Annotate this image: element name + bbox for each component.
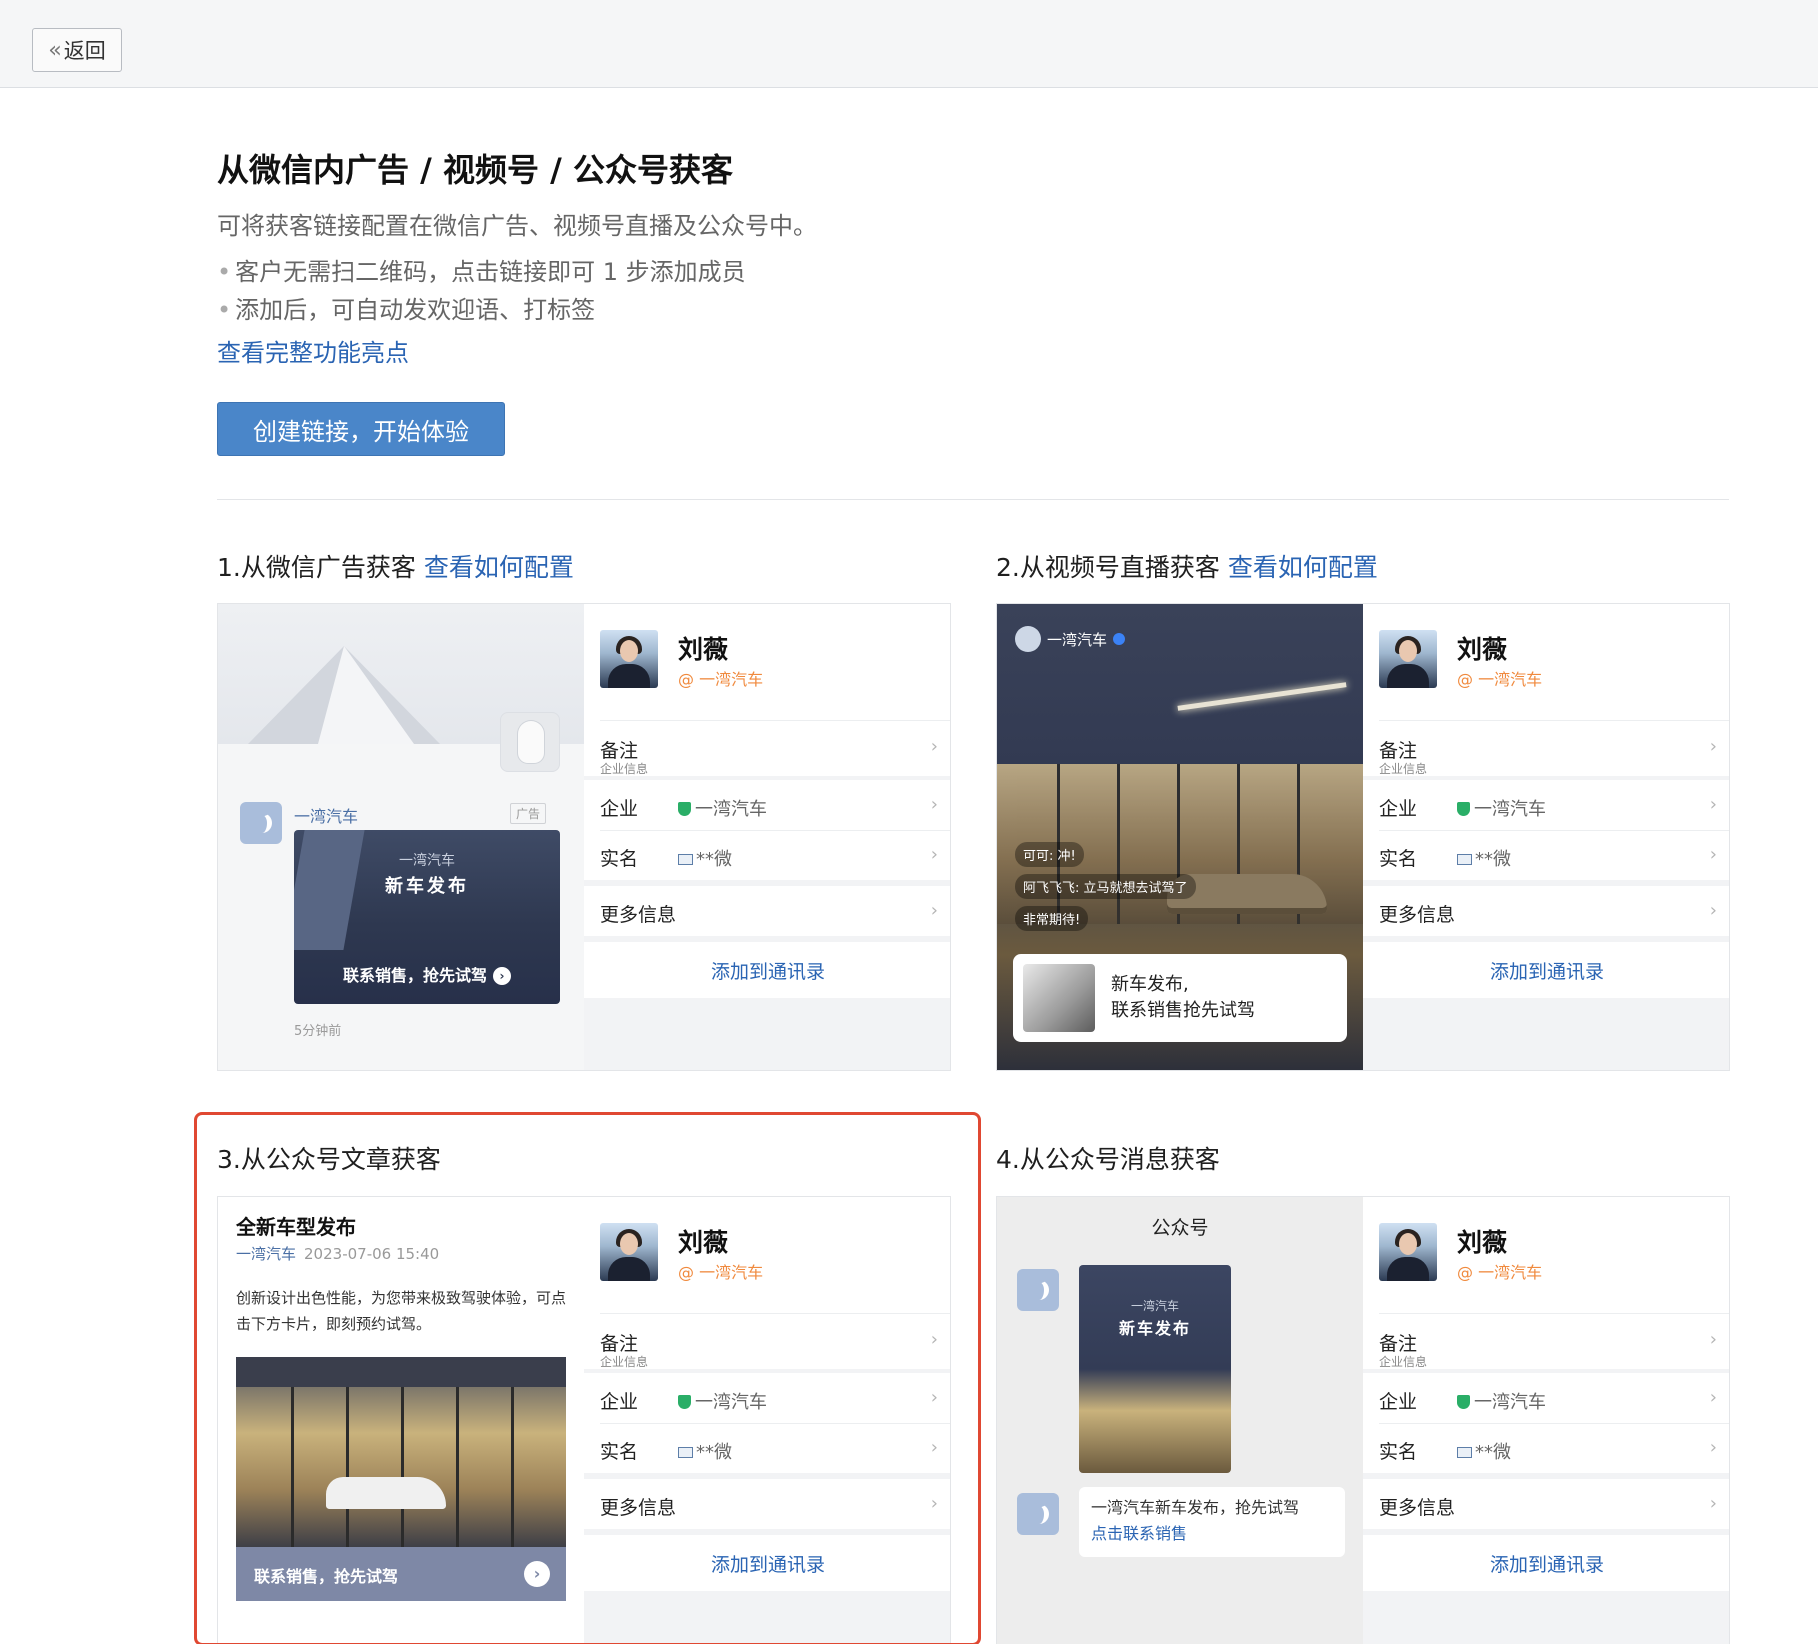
verified-shield-icon	[1457, 1395, 1470, 1409]
divider	[217, 499, 1729, 500]
double-chevron-left-icon: ‹‹	[48, 37, 61, 63]
verified-shield-icon	[1457, 802, 1470, 816]
arrow-right-icon: ›	[493, 967, 511, 985]
channel-logo-icon	[1015, 626, 1041, 652]
id-card-icon	[678, 854, 693, 865]
top-bar: ‹‹ 返回	[0, 0, 1818, 88]
ad-time: 5分钟前	[294, 1024, 342, 1039]
section-title-message: 4.从公众号消息获客	[996, 1145, 1220, 1174]
ad-tag: 广告	[510, 803, 547, 824]
bullet-item: • 添加后，可自动发欢迎语、打标签	[217, 296, 596, 324]
live-preview: 一湾汽车 可可: 冲! 阿飞飞飞: 立马就想去试驾了 非常期待! 新车发布, 联系…	[997, 604, 1363, 1070]
ad-preview: 一湾汽车 广告 一湾汽车 新车发布 联系销售，抢先试驾 › 5分钟前	[218, 604, 584, 1070]
brand-logo-icon	[1017, 1269, 1059, 1311]
verified-icon	[1113, 633, 1126, 645]
message-image: 一湾汽车 新车发布	[1079, 1265, 1231, 1473]
features-link[interactable]: 查看完整功能亮点	[217, 333, 409, 368]
id-card-icon	[1457, 1447, 1472, 1458]
back-button[interactable]: ‹‹ 返回	[32, 28, 122, 72]
live-comment: 非常期待!	[1015, 906, 1089, 931]
id-card-icon	[1457, 854, 1472, 865]
ad-brand: 一湾汽车	[294, 807, 359, 826]
live-product-card: 新车发布, 联系销售抢先试驾	[1013, 954, 1347, 1042]
brand-logo-icon	[240, 802, 282, 844]
message-preview: 公众号 一湾汽车 新车发布 一湾汽车新车发布，抢先试驾 点击联系销售	[997, 1197, 1363, 1644]
live-demo-card: 一湾汽车 可可: 冲! 阿飞飞飞: 立马就想去试驾了 非常期待! 新车发布, 联系…	[996, 603, 1730, 1071]
page-subtitle: 可将获客链接配置在微信广告、视频号直播及公众号中。	[217, 212, 817, 240]
back-label: 返回	[63, 39, 106, 63]
more-info-row: 更多信息 ›	[1363, 1479, 1729, 1529]
live-comment: 可可: 冲!	[1015, 842, 1084, 867]
mascot-image	[500, 712, 560, 772]
more-info-row: 更多信息 ›	[1363, 886, 1729, 936]
profile-panel: 刘薇 @ 一湾汽车 备注 › 企业信息 企业 一湾汽车 › 实名 **微 › 更多信息 › 添…	[584, 604, 950, 1070]
contact-sales-link[interactable]: 点击联系销售	[1091, 1521, 1333, 1547]
add-contact-button[interactable]: 添加到通讯录	[584, 942, 950, 998]
config-link[interactable]: 查看如何配置	[424, 553, 574, 582]
live-comment: 阿飞飞飞: 立马就想去试驾了	[1015, 874, 1196, 899]
avatar	[600, 630, 658, 688]
more-info-row: 更多信息 ›	[584, 886, 950, 936]
avatar	[1379, 630, 1437, 688]
page-title: 从微信内广告 / 视频号 / 公众号获客	[217, 151, 733, 189]
enterprise-info: 企业 一湾汽车 › 实名 **微 ›	[1363, 780, 1729, 880]
config-link[interactable]: 查看如何配置	[1228, 553, 1378, 582]
create-link-button[interactable]: 创建链接，开始体验	[217, 402, 505, 456]
brand-logo-icon	[1017, 1493, 1059, 1535]
bullet-item: • 客户无需扫二维码，点击链接即可 1 步添加成员	[217, 258, 746, 286]
verified-shield-icon	[678, 802, 691, 816]
add-contact-button[interactable]: 添加到通讯录	[1363, 942, 1729, 998]
message-bubble: 一湾汽车新车发布，抢先试驾 点击联系销售	[1079, 1487, 1345, 1557]
section-title-live: 2.从视频号直播获客 查看如何配置	[996, 553, 1378, 582]
profile-panel: 刘薇 @ 一湾汽车 备注 › 企业信息 企业 一湾汽车 › 实名 **微 › 更多信息 › 添…	[1363, 604, 1729, 1070]
ad-image: 一湾汽车 新车发布 联系销售，抢先试驾 ›	[294, 830, 560, 1004]
section-title-ads: 1.从微信广告获客 查看如何配置	[217, 553, 574, 582]
avatar	[1379, 1223, 1437, 1281]
car-interior-image	[1023, 964, 1095, 1032]
enterprise-info: 企业 一湾汽车 › 实名 **微 ›	[1363, 1373, 1729, 1473]
enterprise-info: 企业 一湾汽车 › 实名 **微 ›	[584, 780, 950, 880]
message-demo-card: 公众号 一湾汽车 新车发布 一湾汽车新车发布，抢先试驾 点击联系销售 刘薇 @ 一湾汽…	[996, 1196, 1730, 1644]
main-content: 从微信内广告 / 视频号 / 公众号获客 可将获客链接配置在微信广告、视频号直播…	[0, 88, 1818, 1644]
add-contact-button[interactable]: 添加到通讯录	[1363, 1535, 1729, 1591]
profile-panel: 刘薇 @ 一湾汽车 备注 › 企业信息 企业 一湾汽车 › 实名 **微 › 更多信息 › 添…	[1363, 1197, 1729, 1644]
highlight-frame	[194, 1112, 981, 1644]
ad-demo-card: 一湾汽车 广告 一湾汽车 新车发布 联系销售，抢先试驾 › 5分钟前 刘薇 @ 一湾…	[217, 603, 951, 1071]
